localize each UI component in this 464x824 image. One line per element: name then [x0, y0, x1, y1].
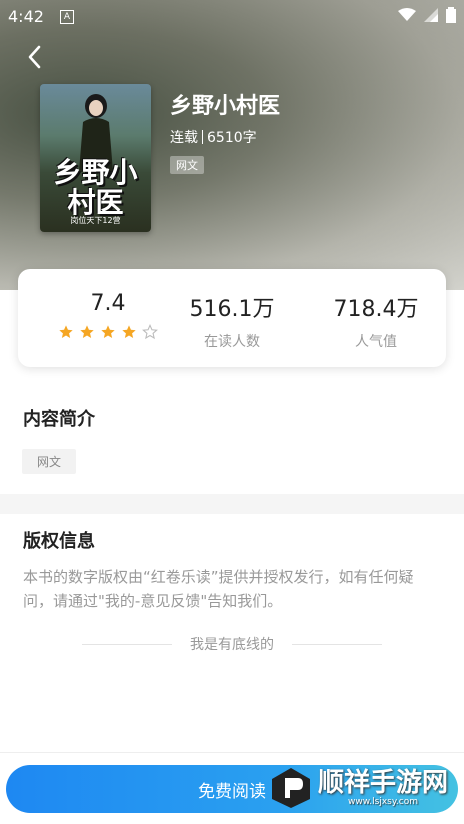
star-filled-icon: [122, 325, 136, 338]
watermark-name: 顺祥手游网: [318, 768, 449, 798]
battery-icon: [446, 7, 456, 23]
book-title: 乡野小村医: [170, 94, 281, 119]
meta-divider: [202, 130, 203, 144]
copyright-text: 本书的数字版权由“红卷乐读”提供并授权发行，如有任何疑问，请通过"我的-意见反馈…: [23, 568, 414, 610]
readers-label: 在读人数: [204, 334, 260, 350]
end-of-list-text: 我是有底线的: [190, 637, 274, 653]
end-line-right: [292, 643, 382, 645]
cover-title: 乡野小村医: [53, 156, 138, 219]
copyright-section-title: 版权信息: [23, 531, 95, 552]
star-filled-icon: [59, 325, 73, 338]
popularity-stat: 718.4万 人气值: [306, 291, 446, 351]
wifi-icon: [398, 8, 416, 21]
book-meta: 连载 6510字: [170, 127, 257, 147]
intro-tag[interactable]: 网文: [22, 449, 76, 474]
watermark-logo-icon: [272, 768, 310, 808]
rating-stars: [38, 324, 178, 340]
free-read-label: 免费阅读: [198, 781, 266, 802]
end-of-list-indicator: 我是有底线的: [0, 634, 464, 654]
status-bar: 4:42 A: [0, 0, 464, 32]
signal-icon: [424, 8, 438, 22]
star-empty-icon: [142, 324, 158, 340]
section-divider: [0, 494, 464, 514]
watermark-url: www.lsjxsy.com: [348, 797, 418, 807]
book-category-tag: 网文: [170, 156, 204, 174]
stats-card: 7.4 516.1万 在读人数 718.4万 人气值: [18, 269, 446, 367]
intro-section-title: 内容简介: [23, 409, 95, 430]
cover-subtitle: 岗位天下12营: [70, 216, 121, 225]
book-word-count: 6510字: [207, 130, 257, 146]
star-filled-icon: [80, 325, 94, 338]
end-line-left: [82, 643, 172, 645]
notification-icon: A: [60, 10, 74, 24]
popularity-value: 718.4万: [333, 297, 419, 322]
status-time: 4:42: [8, 7, 44, 26]
rating-value: 7.4: [90, 291, 126, 316]
readers-stat: 516.1万 在读人数: [162, 291, 302, 351]
popularity-label: 人气值: [355, 334, 397, 350]
watermark: 顺祥手游网 www.lsjxsy.com: [270, 760, 448, 816]
rating-stat: 7.4: [38, 291, 178, 340]
system-icons: [398, 7, 456, 23]
back-button[interactable]: [20, 40, 48, 74]
book-cover[interactable]: 乡野小村医 岗位天下12营: [40, 84, 151, 232]
footer-divider: [0, 752, 464, 753]
watermark-text-block: 顺祥手游网 www.lsjxsy.com: [318, 769, 448, 807]
book-status: 连载: [170, 130, 198, 146]
chevron-left-icon: [28, 45, 41, 69]
readers-value: 516.1万: [189, 297, 275, 322]
star-filled-icon: [101, 325, 115, 338]
